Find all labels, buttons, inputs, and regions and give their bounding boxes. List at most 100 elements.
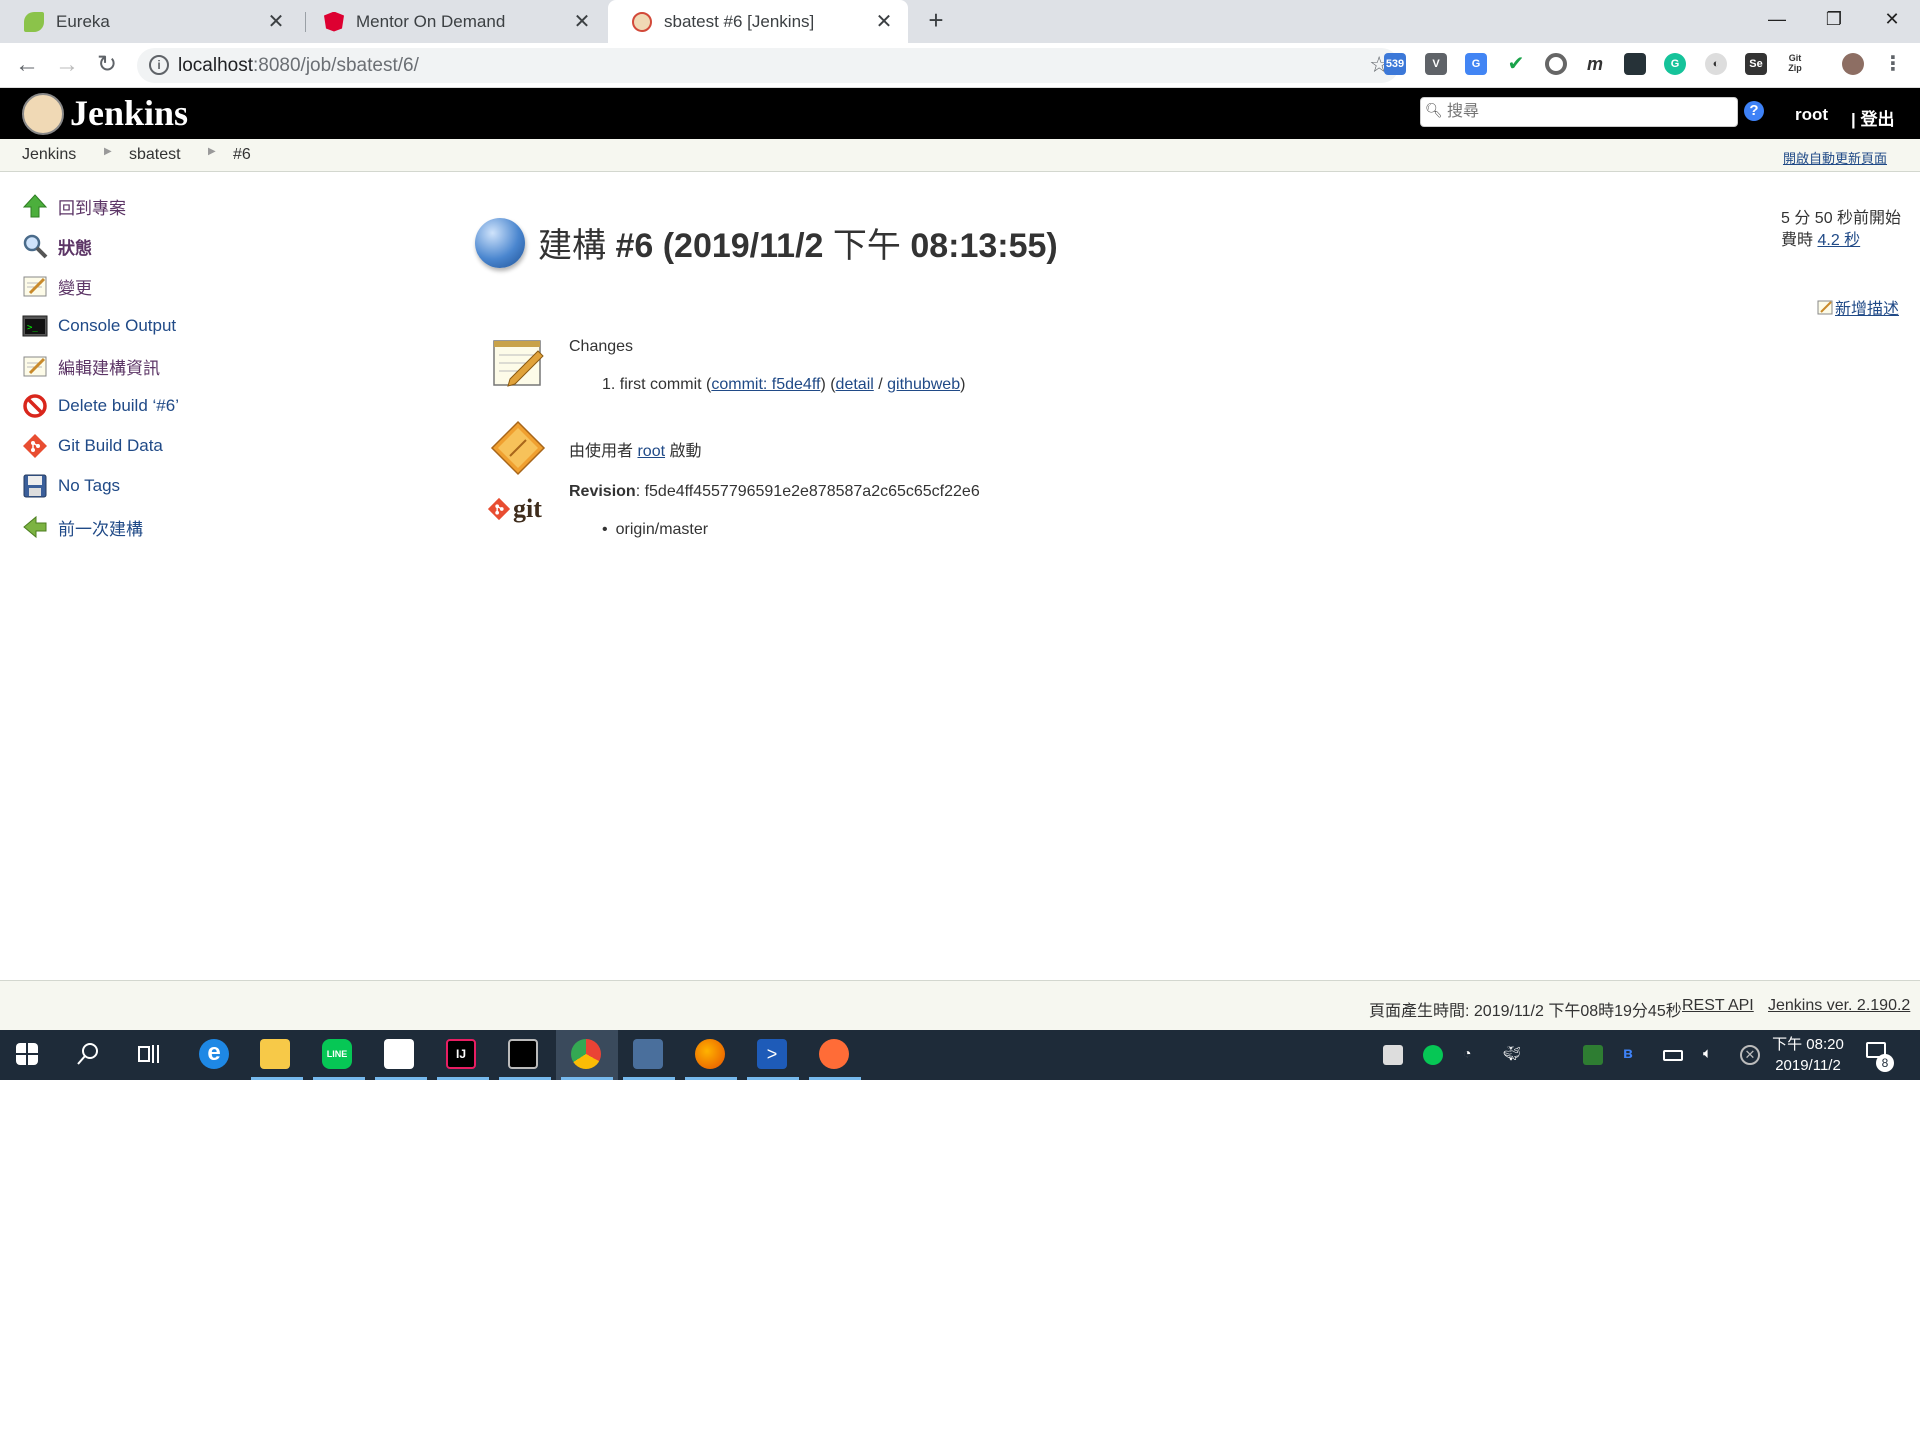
search-help-icon[interactable]: ?	[1744, 101, 1764, 121]
command-prompt-icon[interactable]	[508, 1039, 538, 1069]
eureka-favicon-icon	[24, 11, 44, 32]
grammarly-extension-icon[interactable]: G	[1664, 53, 1686, 75]
task-view-icon[interactable]	[137, 1043, 161, 1065]
powershell-icon[interactable]: >	[757, 1039, 787, 1069]
close-tab-icon[interactable]: ✕	[870, 9, 898, 34]
tab-jenkins-build[interactable]: sbatest #6 [Jenkins] ✕	[608, 0, 908, 43]
bluetooth-tray-icon[interactable]: ʙ	[1623, 1045, 1643, 1065]
windows-start-icon[interactable]	[16, 1043, 38, 1065]
duration: 費時 4.2 秒	[1781, 230, 1901, 252]
clock-date: 2019/11/2	[1775, 1057, 1841, 1074]
up-arrow-icon	[22, 194, 48, 218]
docker-tray-icon[interactable]: 🐳︎	[1503, 1045, 1523, 1065]
task-back-to-project[interactable]: 回到專案	[22, 191, 126, 221]
user-link[interactable]: root	[1795, 105, 1828, 125]
page-generated-time: 頁面產生時間: 2019/11/2 下午08時19分45秒	[1369, 1003, 1682, 1020]
network-disconnected-icon[interactable]: ✕	[1740, 1045, 1760, 1065]
checkmark-extension-icon[interactable]: ✔	[1505, 53, 1527, 75]
site-info-icon[interactable]: i	[149, 55, 169, 75]
save-icon	[23, 474, 47, 498]
task-previous-build[interactable]: 前一次建構	[22, 512, 143, 542]
gitzip-extension-icon[interactable]: Git Zip	[1784, 53, 1806, 75]
breadcrumb-job[interactable]: sbatest	[129, 146, 181, 164]
started-by-user-link[interactable]: root	[637, 443, 665, 460]
duration-link[interactable]: 4.2 秒	[1817, 232, 1860, 249]
m-extension-icon[interactable]: m	[1584, 53, 1606, 75]
translate-extension-icon[interactable]: G	[1465, 53, 1487, 75]
new-tab-button[interactable]: +	[922, 6, 950, 34]
close-window-button[interactable]: ✕	[1864, 0, 1920, 40]
jenkins-home-link[interactable]: Jenkins	[70, 92, 188, 134]
close-tab-icon[interactable]: ✕	[568, 9, 596, 34]
restore-window-button[interactable]: ❐	[1806, 0, 1862, 40]
revision: Revision: f5de4ff4557796591e2e878587a2c6…	[569, 483, 980, 501]
address-bar[interactable]: i localhost:8080/job/sbatest/6/ ☆	[137, 48, 1399, 83]
circle-extension-icon[interactable]	[1545, 53, 1567, 75]
search-icon[interactable]	[76, 1042, 100, 1066]
firefox-browser-icon[interactable]	[695, 1039, 725, 1069]
task-delete-build[interactable]: Delete build ‘#6’	[22, 391, 179, 421]
taskbar-clock[interactable]: 下午 08:20 2019/11/2	[1768, 1034, 1848, 1076]
search-box[interactable]: 🔍︎	[1420, 97, 1738, 127]
commit-link[interactable]: commit: f5de4ff	[711, 376, 820, 393]
started-ago: 5 分 50 秒前開始	[1781, 210, 1902, 227]
task-git-build-data[interactable]: Git Build Data	[22, 431, 163, 461]
minimize-window-button[interactable]: —	[1749, 0, 1805, 40]
action-center-icon[interactable]: 8	[1866, 1042, 1894, 1072]
breadcrumb-jenkins[interactable]: Jenkins	[22, 146, 76, 164]
notion-tray-icon[interactable]	[1383, 1045, 1403, 1065]
rest-api-link[interactable]: REST API	[1682, 997, 1754, 1015]
breadcrumb: Jenkins ▶ sbatest ▶ #6 開啟自動更新頁面	[0, 139, 1920, 172]
line-tray-icon[interactable]	[1423, 1045, 1443, 1065]
monitor-tray-icon[interactable]	[1583, 1045, 1603, 1065]
profile-avatar[interactable]	[1842, 53, 1864, 75]
intellij-idea-icon[interactable]: IJ	[446, 1039, 476, 1069]
file-explorer-icon[interactable]	[260, 1039, 290, 1069]
browser-menu-icon[interactable]: ⋮	[1882, 53, 1904, 75]
postman-icon[interactable]	[819, 1039, 849, 1069]
address-url[interactable]: localhost:8080/job/sbatest/6/	[178, 55, 419, 77]
jenkins-butler-logo-icon[interactable]	[22, 93, 64, 135]
dark-extension-icon[interactable]	[1624, 53, 1646, 75]
dark-mode-extension-icon[interactable]: ◐	[1705, 53, 1727, 75]
reload-button[interactable]: ↻	[91, 49, 123, 81]
breadcrumb-separator-icon[interactable]: ▶	[104, 146, 112, 157]
extension-badge-icon[interactable]: 539	[1384, 53, 1406, 75]
line-app-icon[interactable]: LINE	[322, 1039, 352, 1069]
tab-mentor-on-demand[interactable]: Mentor On Demand ✕	[300, 0, 606, 43]
add-description-link[interactable]: 新增描述	[1817, 295, 1899, 319]
left-arrow-icon	[23, 515, 47, 539]
search-icon: 🔍︎	[1425, 102, 1443, 118]
breadcrumb-build[interactable]: #6	[233, 146, 251, 164]
chrome-browser-icon[interactable]	[571, 1039, 601, 1069]
detail-link[interactable]: detail	[836, 376, 874, 393]
close-tab-icon[interactable]: ✕	[262, 9, 290, 34]
forward-button[interactable]: →	[51, 49, 83, 81]
task-edit-build-info[interactable]: 編輯建構資訊	[22, 351, 160, 381]
enable-auto-refresh-link[interactable]: 開啟自動更新頁面	[1783, 148, 1887, 167]
extension-v-icon[interactable]: V	[1425, 53, 1447, 75]
selenium-extension-icon[interactable]: Se	[1745, 53, 1767, 75]
change-list-item: 1. first commit (commit: f5de4ff) (detai…	[602, 376, 965, 394]
mysql-workbench-icon[interactable]	[633, 1039, 663, 1069]
jenkins-version-link[interactable]: Jenkins ver. 2.190.2	[1768, 997, 1910, 1015]
logout-link[interactable]: | 登出	[1851, 105, 1894, 130]
microsoft-store-icon[interactable]	[384, 1039, 414, 1069]
page-footer: 頁面產生時間: 2019/11/2 下午08時19分45秒 REST API J…	[0, 980, 1920, 1030]
task-status[interactable]: 狀態	[22, 231, 92, 261]
back-button[interactable]: ←	[11, 49, 43, 81]
running-indicator	[499, 1077, 551, 1080]
task-console-output[interactable]: >_ Console Output	[22, 311, 176, 341]
volume-tray-icon[interactable]: 🔈︎	[1703, 1045, 1723, 1065]
search-input[interactable]	[1445, 101, 1725, 123]
breadcrumb-separator-icon[interactable]: ▶	[208, 146, 216, 157]
task-changes[interactable]: 變更	[22, 271, 92, 301]
edge-browser-icon[interactable]: e	[199, 1039, 229, 1069]
bullet-icon: •	[602, 521, 608, 538]
wifi-tray-icon[interactable]: ◔	[1463, 1045, 1483, 1065]
task-no-tags[interactable]: No Tags	[22, 471, 120, 501]
tab-eureka[interactable]: Eureka ✕	[0, 0, 300, 43]
battery-tray-icon[interactable]	[1663, 1050, 1683, 1061]
githubweb-link[interactable]: githubweb	[887, 376, 960, 393]
url-host: localhost	[178, 55, 253, 76]
